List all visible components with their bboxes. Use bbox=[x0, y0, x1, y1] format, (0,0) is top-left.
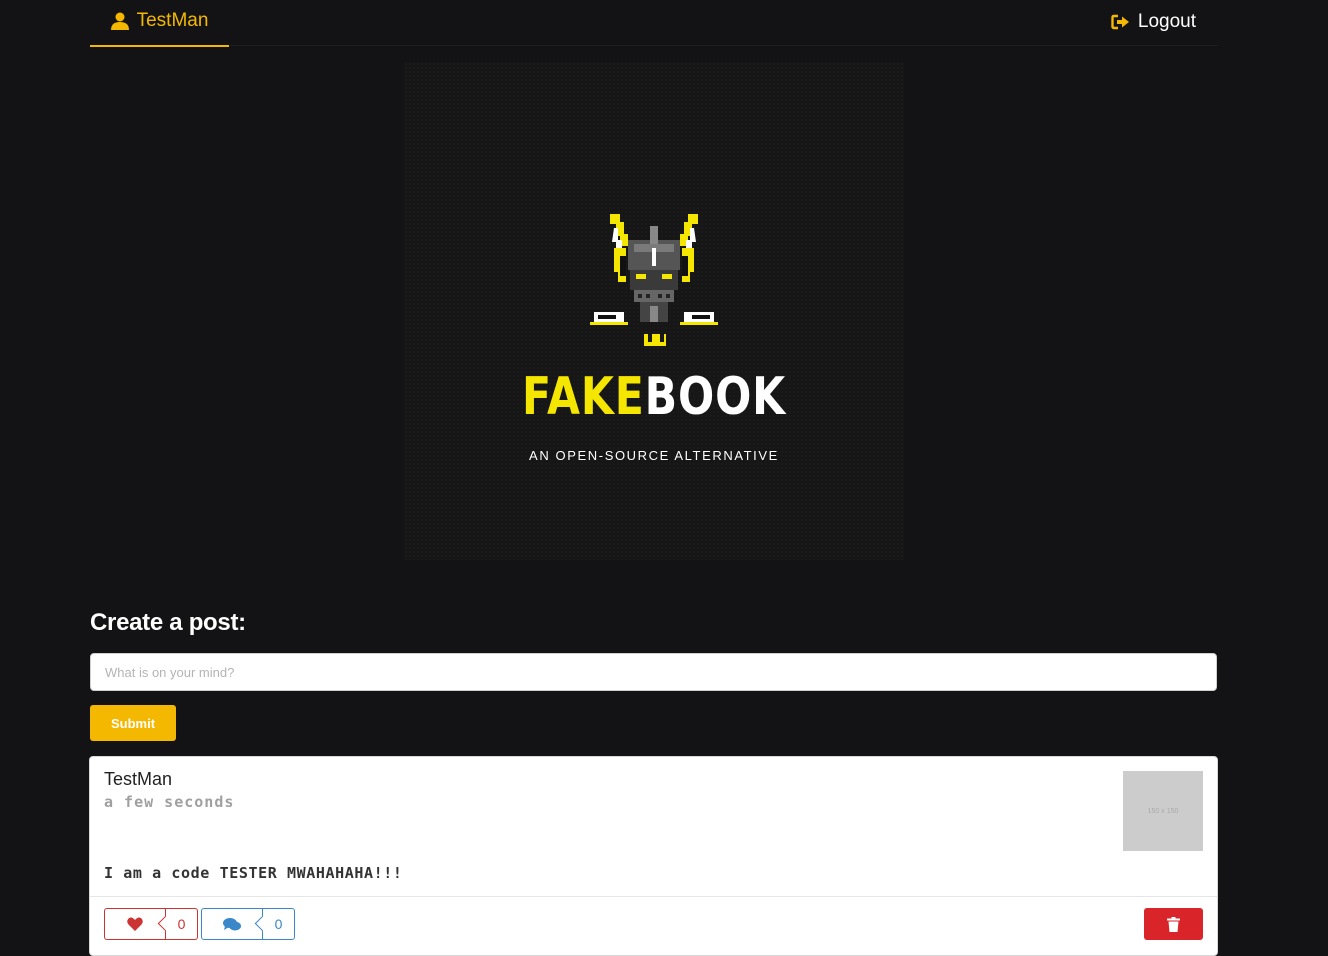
post-timestamp: a few seconds bbox=[104, 793, 235, 811]
submit-button[interactable]: Submit bbox=[90, 705, 176, 741]
post-divider bbox=[90, 896, 1217, 897]
post-thumbnail-label: 150 x 150 bbox=[1147, 807, 1179, 815]
like-count: 0 bbox=[165, 909, 197, 939]
trash-icon bbox=[1167, 916, 1180, 932]
comment-icon-wrap bbox=[202, 909, 262, 939]
comment-count: 0 bbox=[262, 909, 294, 939]
hero-banner: FAKEBOOK AN OPEN-SOURCE ALTERNATIVE bbox=[404, 62, 904, 560]
delete-post-button[interactable] bbox=[1144, 908, 1203, 940]
brand-wordmark: FAKEBOOK bbox=[449, 367, 859, 427]
logout-label: Logout bbox=[1137, 11, 1196, 32]
post-body: I am a code TESTER MWAHAHAHA!!! bbox=[104, 864, 403, 882]
user-icon bbox=[110, 12, 129, 30]
like-button[interactable]: 0 bbox=[104, 908, 198, 940]
comments-icon bbox=[223, 917, 241, 930]
logout-link[interactable]: Logout bbox=[1111, 0, 1196, 44]
create-post-title: Create a post: bbox=[90, 609, 246, 636]
samurai-mask-logo bbox=[590, 214, 718, 346]
comment-button[interactable]: 0 bbox=[201, 908, 295, 940]
brand-wordmark-part1: FAKE bbox=[521, 367, 645, 427]
top-navbar: TestMan Logout bbox=[90, 0, 1218, 47]
post-input[interactable] bbox=[90, 653, 1217, 691]
post-thumbnail: 150 x 150 bbox=[1123, 771, 1203, 851]
post-card: TestMan a few seconds 150 x 150 I am a c… bbox=[89, 756, 1218, 956]
sign-out-icon bbox=[1111, 14, 1129, 30]
brand-wordmark-part2: BOOK bbox=[644, 367, 787, 427]
nav-user-tab[interactable]: TestMan bbox=[90, 0, 229, 47]
brand-tagline: AN OPEN-SOURCE ALTERNATIVE bbox=[529, 448, 779, 463]
like-icon-wrap bbox=[105, 909, 165, 939]
nav-user-label: TestMan bbox=[136, 9, 209, 31]
post-author[interactable]: TestMan bbox=[104, 769, 172, 790]
